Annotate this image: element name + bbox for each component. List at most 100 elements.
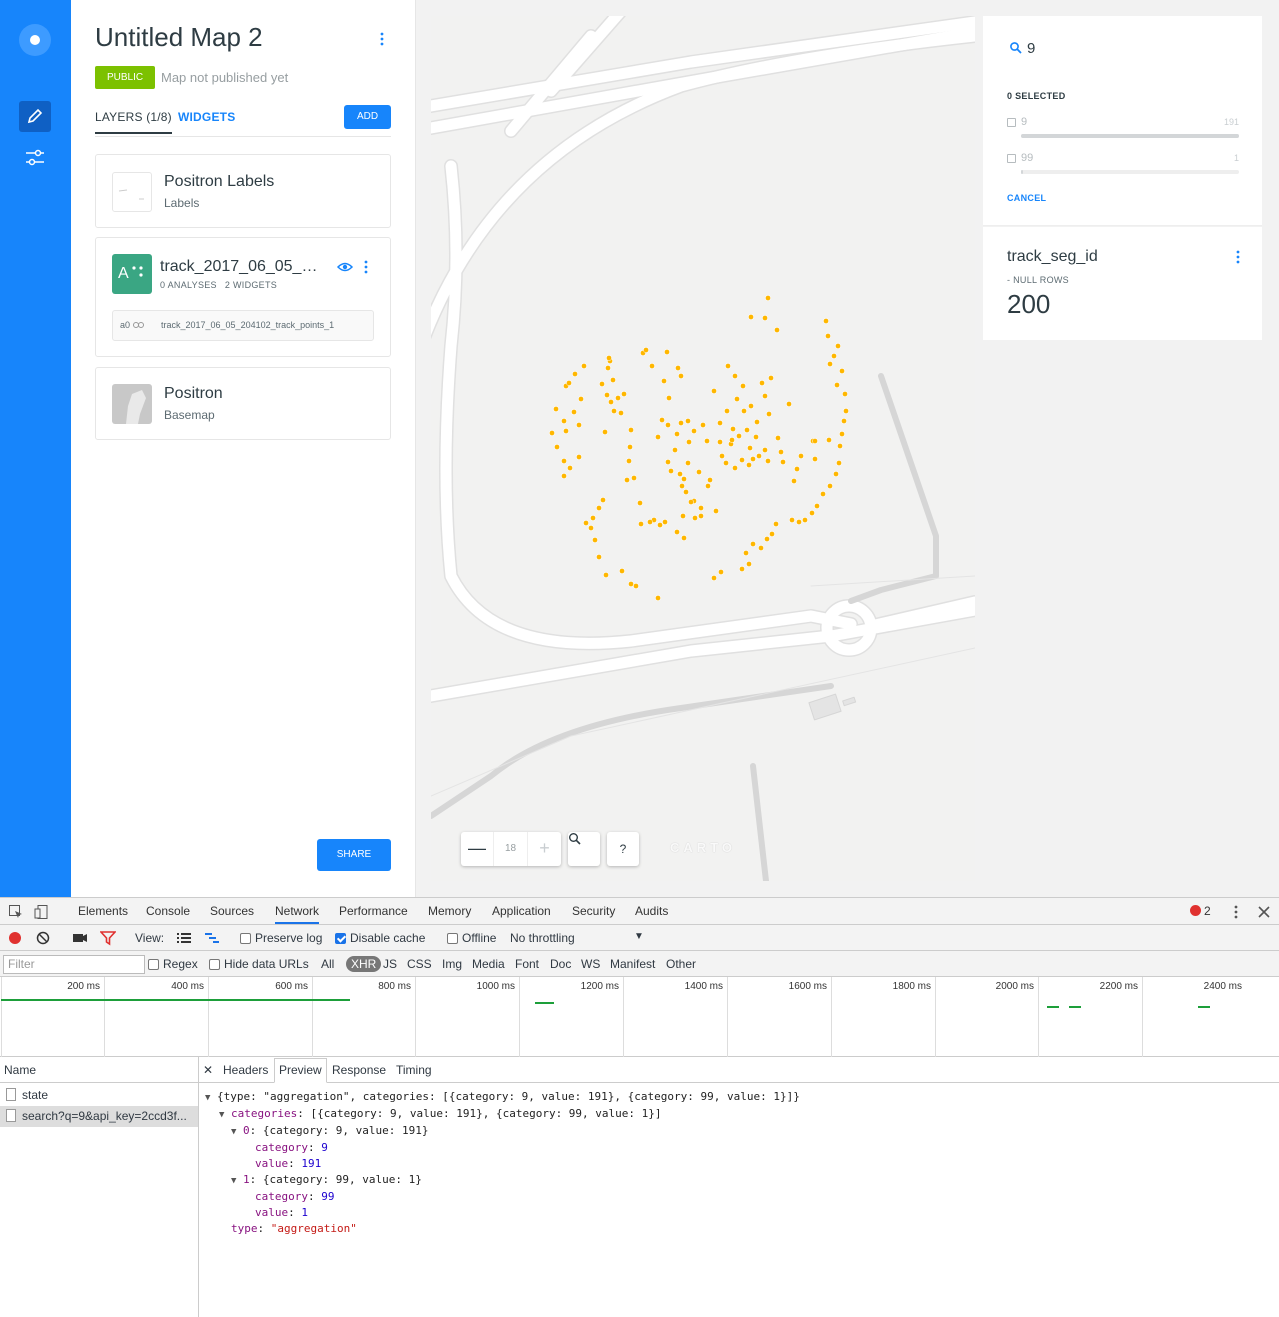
track-point[interactable]: [814, 503, 820, 509]
track-point[interactable]: [740, 383, 746, 389]
track-point[interactable]: [700, 422, 706, 428]
track-point[interactable]: [691, 428, 697, 434]
category-checkbox[interactable]: [1007, 154, 1016, 163]
carto-attribution-logo[interactable]: CARTO: [670, 840, 736, 855]
tab-application[interactable]: Application: [492, 904, 551, 918]
track-point[interactable]: [681, 476, 687, 482]
json-preview-tree[interactable]: ▼ {type: "aggregation", categories: [{ca…: [205, 1089, 800, 1237]
track-point[interactable]: [796, 519, 802, 525]
offline-checkbox[interactable]: Offline: [447, 931, 496, 945]
track-point[interactable]: [631, 475, 637, 481]
track-point[interactable]: [729, 437, 735, 443]
tab-network[interactable]: Network: [275, 904, 320, 924]
track-point[interactable]: [678, 420, 684, 426]
track-point[interactable]: [553, 406, 559, 412]
regex-checkbox[interactable]: Regex: [148, 957, 198, 971]
track-point[interactable]: [628, 581, 634, 587]
layer-card-track[interactable]: A track_2017_06_05_204102_track_points_1…: [95, 237, 391, 357]
track-point[interactable]: [743, 550, 749, 556]
track-point[interactable]: [739, 457, 745, 463]
track-point[interactable]: [567, 465, 573, 471]
track-point[interactable]: [696, 469, 702, 475]
track-point[interactable]: [561, 418, 567, 424]
track-point[interactable]: [608, 399, 614, 405]
analysis-source-node[interactable]: a0 track_2017_06_05_204102_track_points_…: [112, 310, 374, 341]
list-view-icon[interactable]: [176, 930, 192, 946]
track-point[interactable]: [549, 430, 555, 436]
tab-performance[interactable]: Performance: [339, 904, 408, 918]
track-point[interactable]: [833, 471, 839, 477]
track-point[interactable]: [677, 471, 683, 477]
track-point[interactable]: [576, 422, 582, 428]
tab-widgets[interactable]: WIDGETS: [178, 110, 235, 124]
tab-sources[interactable]: Sources: [210, 904, 254, 918]
track-point[interactable]: [686, 439, 692, 445]
inspect-element-icon[interactable]: [8, 904, 24, 920]
kebab-menu-icon[interactable]: [376, 30, 388, 48]
track-point[interactable]: [662, 519, 668, 525]
help-button[interactable]: ?: [607, 832, 639, 866]
track-point[interactable]: [746, 561, 752, 567]
tab-timing[interactable]: Timing: [396, 1063, 432, 1077]
track-point[interactable]: [791, 478, 797, 484]
track-point[interactable]: [665, 422, 671, 428]
tab-security[interactable]: Security: [572, 904, 615, 918]
track-point[interactable]: [643, 347, 649, 353]
screenshot-camera-icon[interactable]: [72, 930, 88, 946]
track-point[interactable]: [732, 373, 738, 379]
layer-card-labels[interactable]: Positron Labels Labels: [95, 154, 391, 228]
track-point[interactable]: [756, 453, 762, 459]
track-point[interactable]: [596, 505, 602, 511]
track-point[interactable]: [602, 429, 608, 435]
type-filter-manifest[interactable]: Manifest: [610, 957, 655, 971]
track-point[interactable]: [685, 418, 691, 424]
track-point[interactable]: [633, 583, 639, 589]
track-point[interactable]: [576, 454, 582, 460]
track-point[interactable]: [588, 525, 594, 531]
track-point[interactable]: [637, 500, 643, 506]
track-point[interactable]: [739, 566, 745, 572]
track-point[interactable]: [554, 444, 560, 450]
tab-headers[interactable]: Headers: [223, 1063, 268, 1077]
track-point[interactable]: [746, 462, 752, 468]
track-point[interactable]: [561, 458, 567, 464]
track-point[interactable]: [692, 515, 698, 521]
map-title[interactable]: Untitled Map 2: [95, 22, 263, 53]
track-point[interactable]: [665, 459, 671, 465]
track-point[interactable]: [843, 408, 849, 414]
track-point[interactable]: [659, 417, 665, 423]
track-point[interactable]: [802, 517, 808, 523]
device-toolbar-icon[interactable]: [34, 904, 50, 920]
track-point[interactable]: [812, 456, 818, 462]
type-filter-img[interactable]: Img: [442, 957, 462, 971]
track-point[interactable]: [827, 483, 833, 489]
track-point[interactable]: [713, 508, 719, 514]
track-point[interactable]: [566, 380, 572, 386]
track-point[interactable]: [664, 349, 670, 355]
track-point[interactable]: [723, 460, 729, 466]
track-point[interactable]: [827, 361, 833, 367]
track-point[interactable]: [759, 380, 765, 386]
close-detail-icon[interactable]: ✕: [203, 1063, 213, 1077]
track-point[interactable]: [773, 521, 779, 527]
track-point[interactable]: [621, 391, 627, 397]
track-point[interactable]: [753, 434, 759, 440]
type-filter-all[interactable]: All: [321, 957, 334, 971]
track-point[interactable]: [718, 569, 724, 575]
track-point[interactable]: [774, 327, 780, 333]
track-point[interactable]: [794, 466, 800, 472]
track-point[interactable]: [831, 353, 837, 359]
track-point[interactable]: [834, 382, 840, 388]
track-point[interactable]: [765, 458, 771, 464]
track-point[interactable]: [764, 536, 770, 542]
filter-input[interactable]: Filter: [3, 955, 145, 974]
track-point[interactable]: [826, 437, 832, 443]
track-point[interactable]: [561, 473, 567, 479]
track-point[interactable]: [734, 396, 740, 402]
track-point[interactable]: [624, 477, 630, 483]
cancel-search-button[interactable]: CANCEL: [1007, 193, 1046, 203]
type-filter-css[interactable]: CSS: [407, 957, 432, 971]
track-point[interactable]: [798, 453, 804, 459]
visibility-eye-icon[interactable]: [336, 260, 354, 274]
track-point[interactable]: [765, 295, 771, 301]
